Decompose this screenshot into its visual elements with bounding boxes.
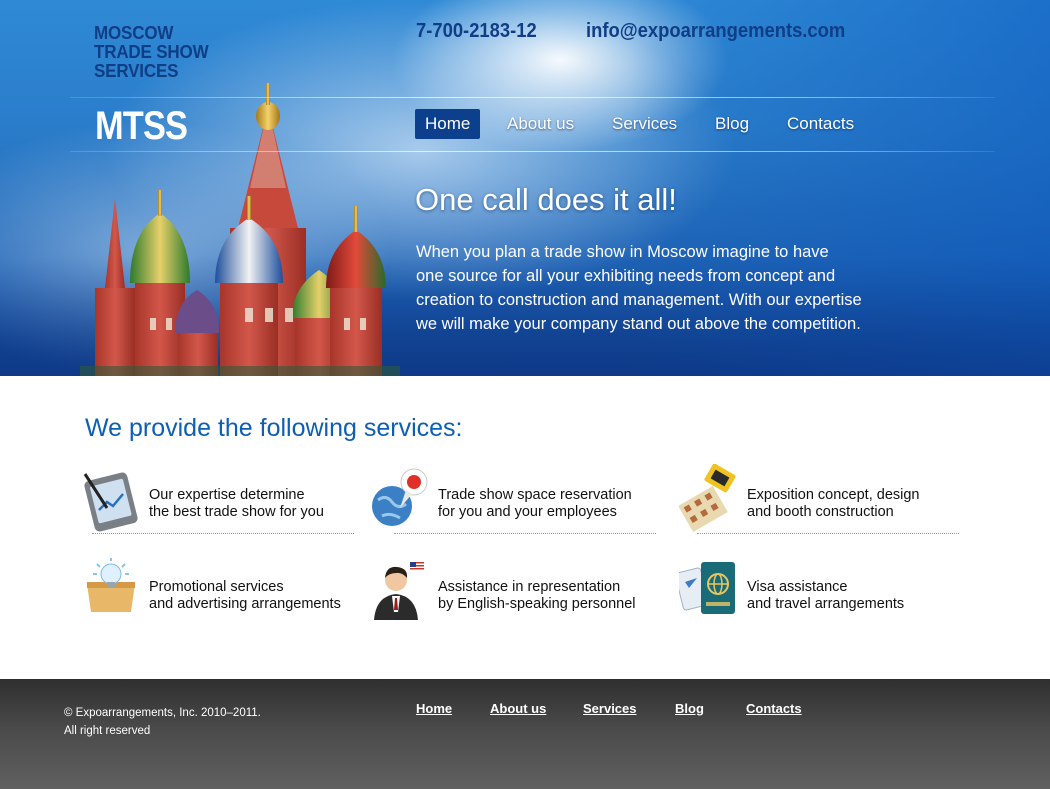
brand-text: MOSCOW TRADE SHOW SERVICES	[94, 22, 209, 81]
globe-pin-icon	[372, 468, 428, 526]
phone-number: 7-700-2183-12	[416, 20, 537, 42]
nav-item-blog[interactable]: Blog	[705, 109, 759, 139]
tablet-chart-icon	[83, 472, 138, 532]
hero-intro-text: When you plan a trade show in Moscow ima…	[416, 243, 862, 333]
nav-item-services[interactable]: Services	[602, 109, 687, 139]
passport-icon	[679, 562, 735, 614]
logo[interactable]: MTSS	[95, 104, 188, 149]
footer-link-about-us[interactable]: About us	[490, 701, 546, 716]
nav-top-divider	[70, 97, 995, 98]
service-item-promotional: Promotional services and advertising arr…	[81, 556, 361, 626]
service-item-space-reservation: Trade show space reservation for you and…	[370, 464, 650, 534]
businessman-icon	[374, 562, 424, 620]
services-title: We provide the following services:	[85, 414, 463, 442]
nav-item-about-us[interactable]: About us	[497, 109, 584, 139]
service-text: Assistance in representation by English-…	[438, 579, 636, 612]
email-link[interactable]: info@expoarrangements.com	[586, 20, 845, 43]
copyright-text: © Expoarrangements, Inc. 2010–2011. All …	[64, 707, 261, 737]
service-item-exposition-design: Exposition concept, design and booth con…	[679, 464, 959, 534]
service-text: Our expertise determine the best trade s…	[149, 487, 324, 520]
footer-link-contacts[interactable]: Contacts	[746, 701, 802, 716]
nav-item-home[interactable]: Home	[415, 109, 481, 139]
footer-link-services[interactable]: Services	[583, 701, 637, 716]
service-divider	[697, 533, 959, 534]
footer-link-blog[interactable]: Blog	[675, 701, 704, 716]
footer-link-home[interactable]: Home	[416, 701, 452, 716]
hero-banner: MOSCOW TRADE SHOW SERVICES 7-700-2183-12…	[0, 0, 1050, 376]
nav-bottom-divider	[70, 151, 995, 152]
service-divider	[92, 533, 354, 534]
service-text: Promotional services and advertising arr…	[149, 579, 341, 612]
service-item-trade-show-choice: Our expertise determine the best trade s…	[81, 464, 361, 534]
service-text: Trade show space reservation for you and…	[438, 487, 632, 520]
service-text: Exposition concept, design and booth con…	[747, 487, 920, 520]
service-text: Visa assistance and travel arrangements	[747, 579, 905, 612]
booth-design-icon	[679, 464, 736, 532]
footer: © Expoarrangements, Inc. 2010–2011. All …	[0, 679, 1050, 789]
nav-item-contacts[interactable]: Contacts	[777, 109, 864, 139]
service-item-visa: Visa assistance and travel arrangements	[679, 556, 959, 626]
service-item-representation: Assistance in representation by English-…	[370, 556, 650, 626]
hero-headline: One call does it all!	[415, 182, 677, 217]
idea-box-icon	[87, 558, 135, 612]
service-divider	[394, 533, 656, 534]
